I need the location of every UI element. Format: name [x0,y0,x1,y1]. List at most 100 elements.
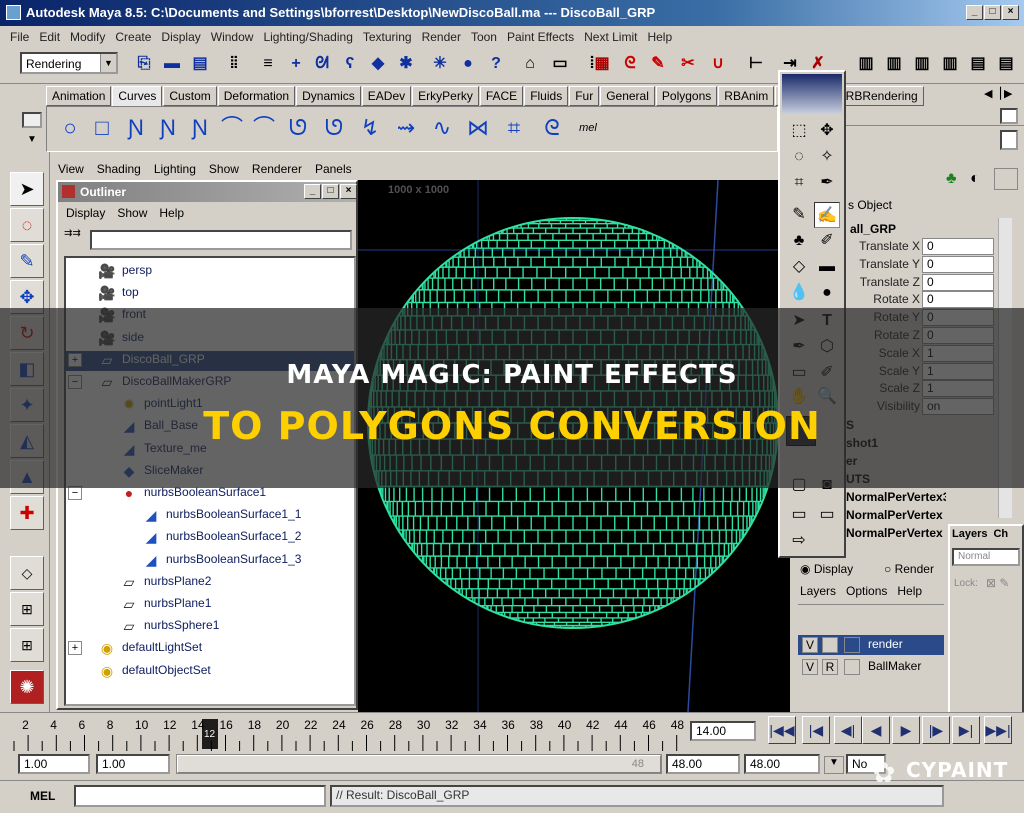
expand-toggle-icon[interactable] [68,597,82,611]
channel-attribute-row[interactable]: Translate X0 [846,238,1024,256]
menu-modify[interactable]: Modify [60,26,105,44]
layers-tab-layers[interactable]: Layers [952,528,987,540]
playback-end-field[interactable]: 48.00 [666,754,740,774]
outliner-item[interactable]: ◢ nurbsBooleanSurface1_3 [66,551,354,571]
channel-box-tabs[interactable]: s Object [848,198,892,212]
layers-window-tabs[interactable]: Layers Ch [952,528,1014,540]
channel-attribute-value[interactable]: 0 [922,273,994,291]
dodge-icon[interactable]: ● [814,280,840,306]
paint-select-icon[interactable]: ✎ [10,244,44,278]
snap-plane-icon[interactable]: ✂ [676,52,700,76]
mask-surface-icon[interactable]: ● [456,52,480,76]
start-time-field[interactable]: 1.00 [18,754,90,774]
channel-box-toggle-icon[interactable]: ▤ [994,52,1018,76]
layer-render-toggle[interactable] [822,637,838,653]
layer-menu-layers[interactable]: Layers [800,584,836,598]
layer-row[interactable]: Vrender [798,635,944,655]
expand-toggle-icon[interactable] [68,508,82,522]
crop-icon[interactable]: ⌗ [786,170,812,196]
paint-effects-icon[interactable]: ✺ [10,670,44,704]
maximize-button[interactable]: □ [984,5,1001,20]
expand-toggle-icon[interactable] [68,664,82,678]
magic-wand-icon[interactable]: ✧ [814,144,840,170]
shelf-tab-eadev[interactable]: EADev [361,86,412,106]
new-scene-icon[interactable]: ⎘ [132,52,156,76]
last-tool-icon[interactable]: ✚ [10,496,44,530]
range-slider-track[interactable]: 48 [176,754,662,774]
expand-toggle-icon[interactable] [68,264,82,278]
shelf-tab-polygons[interactable]: Polygons [655,86,718,106]
step-back-key-icon[interactable]: |◀ [802,716,830,744]
rebuild-curve-icon[interactable]: ⋈ [463,111,493,145]
render-globals-icon[interactable]: ▥ [910,52,934,76]
select-tool-icon[interactable]: ➤ [10,172,44,206]
current-time-field[interactable]: 14.00 [690,721,756,741]
current-frame-marker[interactable]: 12 [202,719,218,749]
expand-toggle-icon[interactable]: + [68,641,82,656]
menu-create[interactable]: Create [105,26,151,44]
hypershade-icon[interactable]: ▥ [938,52,962,76]
outliner-item[interactable]: ▱ nurbsSphere1 [66,617,354,637]
lock-selection-icon[interactable]: ⌂ [518,52,542,76]
healing-icon[interactable]: ✎ [786,202,812,228]
layout-single-icon[interactable]: ◇ [10,556,44,590]
channel-attribute-row[interactable]: Translate Y0 [846,255,1024,274]
channel-box-field-top[interactable] [1000,130,1018,150]
menu-lighting-shading[interactable]: Lighting/Shading [253,26,352,44]
outliner-item[interactable]: ◢ nurbsBooleanSurface1_1 [66,506,354,526]
outliner-maximize-button[interactable]: □ [322,184,339,199]
offset-curve-icon[interactable]: ∿ [427,111,457,145]
channel-attribute-value[interactable]: 0 [922,255,994,273]
menu-texturing[interactable]: Texturing [353,26,412,44]
menu-next-limit[interactable]: Next Limit [574,26,637,44]
channel-attr-icon[interactable]: ◐ [970,170,980,188]
layer-render-toggle[interactable]: R [822,659,838,675]
pencil-curve-icon[interactable]: Ɲ [185,111,215,145]
ep-curve-icon[interactable]: Ɲ [153,111,183,145]
layer-color-swatch[interactable] [844,659,860,675]
marquee-select-icon[interactable]: ⬚ [786,118,812,144]
outliner-close-button[interactable]: × [340,184,357,199]
menu-display[interactable]: Display [151,26,200,44]
panel-menu-lighting[interactable]: Lighting [146,160,201,176]
eyedropper-icon[interactable]: ✒ [814,170,840,196]
channel-layout-icon[interactable]: ♣ [946,170,957,188]
expand-toggle-icon[interactable] [68,530,82,544]
brush-icon[interactable]: ✍ [814,202,840,228]
arc-two-point-icon[interactable]: ⌒ [249,111,279,145]
add-points-icon[interactable]: ⌗ [499,111,529,145]
command-input[interactable] [74,785,326,807]
jump-to-icon[interactable]: ⇨ [786,528,812,554]
shelf-tab-rbanim[interactable]: RBAnim [718,86,775,106]
outliner-item[interactable]: 🎥 persp [66,262,354,282]
selection-mask-icon[interactable]: ≡ [256,52,280,76]
shelf-tab-fur[interactable]: Fur [569,86,600,106]
panel-menu-shading[interactable]: Shading [89,160,146,176]
expand-toggle-icon[interactable] [68,286,82,300]
outliner-menu-display[interactable]: Display [66,206,105,220]
shelf-menu-arrow[interactable]: ▼ [22,134,42,148]
move-pe-icon[interactable]: ✥ [814,118,840,144]
highlight-selection-icon[interactable]: ▭ [548,52,572,76]
outliner-item[interactable]: ▱ nurbsPlane2 [66,573,354,593]
menu-window[interactable]: Window [201,26,254,44]
panel-menu-show[interactable]: Show [201,160,244,176]
close-button[interactable]: × [1002,5,1019,20]
shelf-tab-face[interactable]: FACE [479,86,524,106]
shelf-tab-animation[interactable]: Animation [46,86,112,106]
mask-misc-icon[interactable]: ? [484,52,508,76]
outliner-item[interactable]: ▱ nurbsPlane1 [66,595,354,615]
nurbs-square-icon[interactable]: □ [87,111,117,145]
panel-menu-view[interactable]: View [50,160,89,176]
menu-help[interactable]: Help [637,26,672,44]
step-forward-key-icon[interactable]: ▶| [952,716,980,744]
menu-render[interactable]: Render [412,26,461,44]
attach-curves-icon[interactable]: ᘎ [283,111,313,145]
mask-handle-icon[interactable]: ◆ [366,52,390,76]
select-object-icon[interactable]: ᘛ [310,52,334,76]
step-back-frame-icon[interactable]: ◀| [834,716,862,744]
menu-toon[interactable]: Toon [461,26,497,44]
go-to-start-icon[interactable]: |◀◀ [768,716,796,744]
open-scene-icon[interactable]: ▬ [160,52,184,76]
shelf-tab-rbrendering[interactable]: RBRendering [839,86,924,106]
